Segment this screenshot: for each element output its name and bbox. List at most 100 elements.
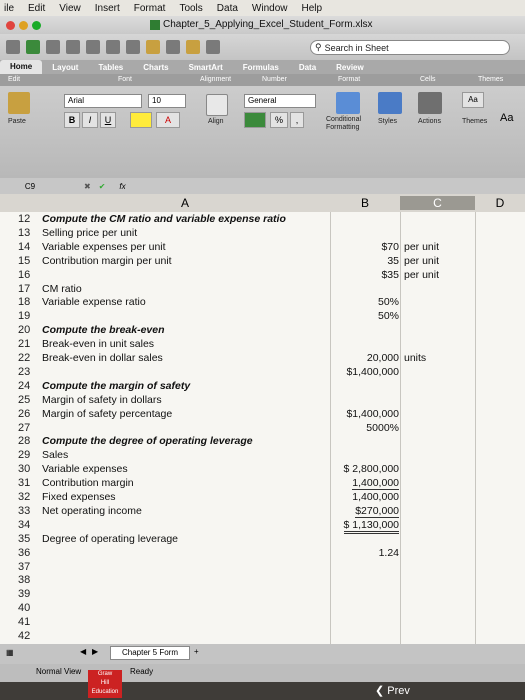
align-icon[interactable]	[206, 94, 228, 116]
sheet-row[interactable]: 34 $ 1,130,000	[0, 519, 525, 535]
row-number[interactable]: 24	[18, 380, 40, 392]
row-number[interactable]: 42	[18, 630, 40, 642]
name-box[interactable]: C9	[0, 182, 60, 191]
font-color-button[interactable]: A	[156, 112, 180, 128]
save-icon[interactable]	[66, 40, 80, 54]
sheet-row[interactable]: 14 Variable expenses per unit $70 per unit	[0, 241, 525, 253]
prev-sheet-arrow-icon[interactable]: ◀	[80, 647, 86, 656]
row-number[interactable]: 23	[18, 366, 40, 378]
sheet-row[interactable]: 24 Compute the margin of safety	[0, 380, 525, 392]
sheet-row[interactable]: 12 Compute the CM ratio and variable expe…	[0, 213, 525, 225]
theme-fonts-button[interactable]: Aa	[500, 112, 513, 124]
cell-b[interactable]: 1,400,000	[352, 491, 399, 503]
cell-b[interactable]: 50%	[378, 310, 399, 322]
cell-b[interactable]: $35	[381, 269, 399, 281]
row-number[interactable]: 40	[18, 602, 40, 614]
ribbon-tab-layout[interactable]: Layout	[42, 63, 88, 72]
menu-item-ile[interactable]: ile	[4, 3, 14, 14]
cell-a[interactable]: Fixed expenses	[42, 491, 116, 503]
cell-a[interactable]: Variable expense ratio	[42, 297, 146, 309]
sheet-row[interactable]: 16 $35 per unit	[0, 269, 525, 281]
redo-icon[interactable]	[206, 40, 220, 54]
paste-icon[interactable]	[146, 40, 160, 54]
currency-button[interactable]	[244, 112, 266, 128]
prev-button[interactable]: ❮ Prev	[375, 684, 410, 697]
cell-a[interactable]: Margin of safety percentage	[42, 408, 172, 420]
sheet-row[interactable]: 32 Fixed expenses 1,400,000	[0, 491, 525, 503]
row-number[interactable]: 30	[18, 463, 40, 475]
zoom-window-button[interactable]	[32, 20, 41, 30]
sheet-search-field[interactable]: ⚲ Search in Sheet	[310, 40, 510, 55]
enter-icon[interactable]: ✔	[99, 182, 106, 191]
row-number[interactable]: 29	[18, 449, 40, 461]
row-number[interactable]: 41	[18, 616, 40, 628]
sheet-row[interactable]: 15 Contribution margin per unit 35 per unit	[0, 255, 525, 267]
row-number[interactable]: 18	[18, 297, 40, 309]
cell-b[interactable]: 5000%	[366, 422, 399, 434]
menu-item-view[interactable]: View	[59, 3, 81, 14]
cancel-icon[interactable]: ✖	[84, 182, 91, 191]
sheet-row[interactable]: 26 Margin of safety percentage $1,400,000	[0, 408, 525, 420]
fx-icon[interactable]: fx	[119, 182, 125, 191]
sheet-row[interactable]: 42	[0, 630, 525, 642]
menu-item-tools[interactable]: Tools	[179, 3, 202, 14]
sheet-row[interactable]: 18 Variable expense ratio 50%	[0, 297, 525, 309]
print-icon[interactable]	[86, 40, 100, 54]
comma-button[interactable]: ,	[290, 112, 304, 128]
cell-a[interactable]: Variable expenses per unit	[42, 241, 166, 253]
row-number[interactable]: 36	[18, 547, 40, 559]
cell-c[interactable]: per unit	[404, 255, 439, 267]
row-number[interactable]: 15	[18, 255, 40, 267]
actions-icon[interactable]	[418, 92, 442, 114]
cell-a[interactable]: Compute the CM ratio and variable expens…	[42, 213, 286, 225]
ribbon-tab-formulas[interactable]: Formulas	[233, 63, 289, 72]
cut-icon[interactable]	[106, 40, 120, 54]
row-number[interactable]: 34	[18, 519, 40, 531]
row-number[interactable]: 39	[18, 588, 40, 600]
row-number[interactable]: 19	[18, 310, 40, 322]
sheet-row[interactable]: 17 CM ratio	[0, 283, 525, 295]
menu-item-help[interactable]: Help	[302, 3, 323, 14]
row-number[interactable]: 25	[18, 394, 40, 406]
sheet-row[interactable]: 33 Net operating income $270,000	[0, 505, 525, 519]
fill-color-button[interactable]	[130, 112, 152, 128]
cell-a[interactable]: Sales	[42, 449, 68, 461]
column-header-c[interactable]: C	[400, 196, 475, 210]
row-number[interactable]: 17	[18, 283, 40, 295]
column-header-a[interactable]: A	[40, 196, 330, 210]
cell-b[interactable]: $1,400,000	[346, 408, 399, 420]
sheet-row[interactable]: 30 Variable expenses $ 2,800,000	[0, 463, 525, 475]
cell-b[interactable]: $ 2,800,000	[344, 463, 399, 475]
conditional-formatting-icon[interactable]	[336, 92, 360, 114]
close-window-button[interactable]	[6, 20, 15, 30]
sheet-row[interactable]: 20 Compute the break-even	[0, 324, 525, 336]
row-number[interactable]: 12	[18, 213, 40, 225]
styles-icon[interactable]	[378, 92, 402, 114]
view-toggle-icon[interactable]: ▦	[6, 648, 14, 657]
cell-a[interactable]: CM ratio	[42, 283, 82, 295]
cell-b[interactable]: $270,000	[355, 505, 399, 519]
minimize-window-button[interactable]	[19, 20, 28, 30]
cell-b[interactable]: $70	[381, 241, 399, 253]
cell-a[interactable]: Compute the margin of safety	[42, 380, 190, 392]
row-number[interactable]: 16	[18, 269, 40, 281]
row-number[interactable]: 28	[18, 436, 40, 448]
row-number[interactable]: 27	[18, 422, 40, 434]
undo-icon[interactable]	[186, 40, 200, 54]
cell-a[interactable]: Net operating income	[42, 505, 142, 517]
row-number[interactable]: 14	[18, 241, 40, 253]
cell-b[interactable]: 1,400,000	[352, 477, 399, 491]
column-header-b[interactable]: B	[330, 196, 400, 210]
cell-a[interactable]: Margin of safety in dollars	[42, 394, 162, 406]
sheet-row[interactable]: 25 Margin of safety in dollars	[0, 394, 525, 406]
sheet-row[interactable]: 28 Compute the degree of operating levera…	[0, 436, 525, 448]
underline-button[interactable]: U	[100, 112, 116, 128]
cell-a[interactable]: Variable expenses	[42, 463, 128, 475]
sheet-row[interactable]: 21 Break-even in unit sales	[0, 338, 525, 350]
themes-aa-button[interactable]: Aa	[462, 92, 484, 108]
menu-item-edit[interactable]: Edit	[28, 3, 45, 14]
row-number[interactable]: 31	[18, 477, 40, 489]
bold-button[interactable]: B	[64, 112, 80, 128]
cell-a[interactable]: Break-even in dollar sales	[42, 352, 163, 364]
row-number[interactable]: 38	[18, 575, 40, 587]
